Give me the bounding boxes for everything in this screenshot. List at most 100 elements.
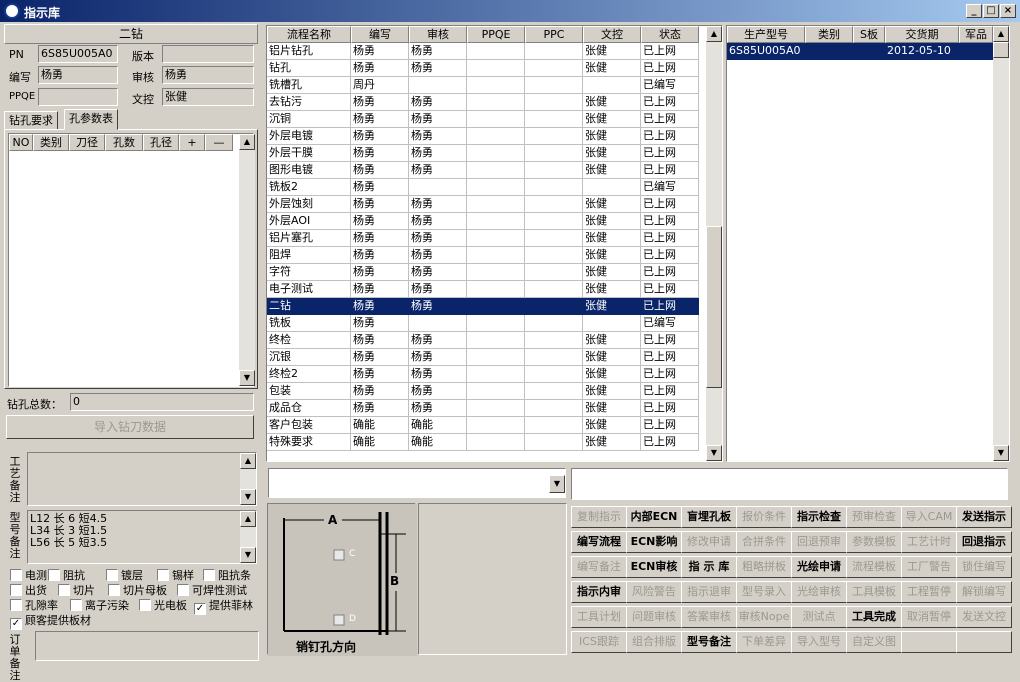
action-button[interactable]: 工厂警告: [901, 556, 957, 578]
table-row[interactable]: 字符 杨勇 杨勇 张健 已上网: [267, 264, 699, 281]
action-button[interactable]: 编写备注: [571, 556, 627, 578]
order-note-textarea[interactable]: [35, 631, 259, 661]
scroll-up-icon[interactable]: ▲: [240, 511, 256, 527]
import-drill-button[interactable]: 导入钻刀数据: [6, 415, 254, 439]
action-button[interactable]: 组合排版: [626, 631, 682, 653]
table-row[interactable]: 沉铜 杨勇 杨勇 张健 已上网: [267, 111, 699, 128]
process-note-textarea[interactable]: ▲ ▼: [27, 452, 257, 506]
table-row[interactable]: 包装 杨勇 杨勇 张健 已上网: [267, 383, 699, 400]
action-button[interactable]: 指示内审: [571, 581, 627, 603]
action-button[interactable]: 指 示 库: [681, 556, 737, 578]
writer-field[interactable]: 杨勇: [38, 66, 118, 84]
action-button[interactable]: ECN审核: [626, 556, 682, 578]
action-button[interactable]: 粗略拼板: [736, 556, 792, 578]
hole-column-header[interactable]: 刀径: [69, 134, 105, 151]
checkbox-2[interactable]: 镀层: [106, 569, 143, 583]
scroll-thumb[interactable]: [993, 42, 1009, 58]
action-button[interactable]: 型号备注: [681, 631, 737, 653]
action-button[interactable]: 工具完成: [846, 606, 902, 628]
action-button[interactable]: ICS跟踪: [571, 631, 627, 653]
process-combo[interactable]: ▼: [268, 468, 566, 498]
orders-column-header[interactable]: 类别: [805, 26, 853, 43]
checkbox-4[interactable]: 阻抗条: [203, 569, 251, 583]
scroll-down-icon[interactable]: ▼: [240, 547, 256, 563]
scroll-up-icon[interactable]: ▲: [706, 26, 722, 42]
table-row[interactable]: 客户包装 确能 确能 张健 已上网: [267, 417, 699, 434]
hole-table-scrollbar[interactable]: ▲ ▼: [239, 134, 255, 386]
action-button[interactable]: 工程暂停: [901, 581, 957, 603]
hole-params-table[interactable]: NO 类别 刀径 孔数 孔径 + — ▲ ▼: [8, 133, 255, 387]
action-button[interactable]: 光绘申请: [791, 556, 847, 578]
table-row[interactable]: 图形电镀 杨勇 杨勇 张健 已上网: [267, 162, 699, 179]
action-button[interactable]: 编写流程: [571, 531, 627, 553]
scroll-down-icon[interactable]: ▼: [993, 445, 1009, 461]
action-button[interactable]: 答案审核: [681, 606, 737, 628]
hole-column-header[interactable]: +: [179, 134, 205, 151]
checkbox-box[interactable]: [10, 569, 22, 581]
action-button[interactable]: 光绘审核: [791, 581, 847, 603]
process-column-header[interactable]: 文控: [583, 26, 641, 43]
table-row[interactable]: 6S85U005A0 2012-05-10: [727, 43, 993, 60]
tab-hole-params[interactable]: 孔参数表: [64, 109, 118, 130]
action-button[interactable]: 下单差异: [736, 631, 792, 653]
action-button[interactable]: 型号录入: [736, 581, 792, 603]
checkbox-12[interactable]: ✓ 提供菲林: [194, 599, 253, 615]
table-row[interactable]: 外层电镀 杨勇 杨勇 张健 已上网: [267, 128, 699, 145]
action-button[interactable]: 流程模板: [846, 556, 902, 578]
dc-field[interactable]: 张健: [162, 88, 254, 106]
action-button[interactable]: 工艺计时: [901, 531, 957, 553]
table-row[interactable]: 钻孔 杨勇 杨勇 张健 已上网: [267, 60, 699, 77]
table-row[interactable]: 铣板 杨勇 已编写: [267, 315, 699, 332]
checkbox-box[interactable]: ✓: [10, 618, 22, 630]
hole-column-header[interactable]: 类别: [33, 134, 69, 151]
checkbox-0[interactable]: 电测: [10, 569, 47, 583]
checkbox-box[interactable]: [157, 569, 169, 581]
remark-input[interactable]: [571, 468, 1008, 500]
action-button[interactable]: 测试点: [791, 606, 847, 628]
process-column-header[interactable]: 审核: [409, 26, 467, 43]
process-column-header[interactable]: 状态: [641, 26, 699, 43]
table-row[interactable]: 去钻污 杨勇 杨勇 张健 已上网: [267, 94, 699, 111]
action-button[interactable]: 问题审核: [626, 606, 682, 628]
orders-column-header[interactable]: 生产型号: [727, 26, 805, 43]
action-button[interactable]: 回退指示: [956, 531, 1012, 553]
table-row[interactable]: 外层蚀刻 杨勇 杨勇 张健 已上网: [267, 196, 699, 213]
process-table-scrollbar[interactable]: ▲ ▼: [706, 26, 722, 461]
table-row[interactable]: 特殊要求 确能 确能 张健 已上网: [267, 434, 699, 451]
hole-column-header[interactable]: 孔径: [143, 134, 179, 151]
review-field[interactable]: 杨勇: [162, 66, 254, 84]
checkbox-box[interactable]: ✓: [194, 603, 206, 615]
action-button[interactable]: 指示退审: [681, 581, 737, 603]
process-column-header[interactable]: PPQE: [467, 26, 525, 43]
action-button[interactable]: 内部ECN: [626, 506, 682, 528]
action-button[interactable]: 回退预审: [791, 531, 847, 553]
checkbox-9[interactable]: 孔隙率: [10, 599, 58, 613]
scroll-thumb[interactable]: [706, 226, 722, 388]
action-button[interactable]: 工具模板: [846, 581, 902, 603]
checkbox-5[interactable]: 出货: [10, 584, 47, 598]
minimize-button[interactable]: _: [966, 4, 982, 18]
table-row[interactable]: 终检 杨勇 杨勇 张健 已上网: [267, 332, 699, 349]
table-row[interactable]: 沉银 杨勇 杨勇 张健 已上网: [267, 349, 699, 366]
hole-column-header[interactable]: —: [205, 134, 233, 151]
checkbox-11[interactable]: 光电板: [139, 599, 187, 613]
table-row[interactable]: 成品仓 杨勇 杨勇 张健 已上网: [267, 400, 699, 417]
process-column-header[interactable]: PPC: [525, 26, 583, 43]
model-note-textarea[interactable]: L12 长 6 短4.5 L34 长 3 短1.5 L56 长 5 短3.5 ▲…: [27, 510, 257, 564]
action-button[interactable]: 锁住编写: [956, 556, 1012, 578]
action-button[interactable]: 自定义图: [846, 631, 902, 653]
action-button[interactable]: 复制指示: [571, 506, 627, 528]
scroll-up-icon[interactable]: ▲: [239, 134, 255, 150]
table-row[interactable]: 铝片钻孔 杨勇 杨勇 张健 已上网: [267, 43, 699, 60]
checkbox-box[interactable]: [108, 584, 120, 596]
scroll-up-icon[interactable]: ▲: [993, 26, 1009, 42]
table-row[interactable]: 终检2 杨勇 杨勇 张健 已上网: [267, 366, 699, 383]
checkbox-box[interactable]: [139, 599, 151, 611]
table-row[interactable]: 铣板2 杨勇 已编写: [267, 179, 699, 196]
checkbox-box[interactable]: [10, 584, 22, 596]
checkbox-box[interactable]: [70, 599, 82, 611]
table-row[interactable]: 二钻 杨勇 杨勇 张健 已上网: [267, 298, 699, 315]
empty-button[interactable]: [956, 631, 1012, 653]
checkbox-1[interactable]: 阻抗: [48, 569, 85, 583]
checkbox-3[interactable]: 锡样: [157, 569, 194, 583]
